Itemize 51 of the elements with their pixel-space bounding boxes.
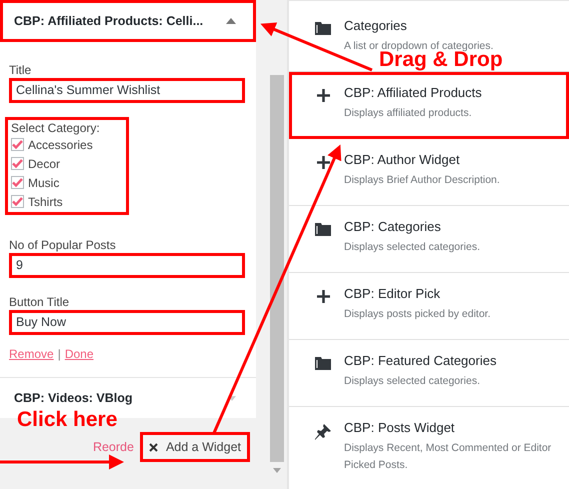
- scroll-down-icon[interactable]: [273, 468, 281, 473]
- collapse-icon[interactable]: [226, 18, 236, 24]
- field-label: Title: [9, 62, 32, 78]
- widget-description: Displays Brief Author Description.: [344, 173, 500, 188]
- widget-name: CBP: Editor Pick: [344, 286, 442, 301]
- folder-icon: [315, 223, 331, 236]
- widget-name: Categories: [344, 18, 408, 33]
- widget-description: Displays affiliated products.: [344, 106, 473, 121]
- widget-title: CBP: Affiliated Products: Celli...: [14, 14, 204, 28]
- widget-item[interactable]: CBP: Posts Widget Displays Recent, Most Commented or Editor Picked Posts.: [289, 407, 569, 474]
- plus-icon: [316, 290, 330, 303]
- text-field[interactable]: 9: [9, 253, 245, 278]
- widget-item[interactable]: CBP: Categories Displays selected categories.: [289, 206, 569, 273]
- widget-item[interactable]: CBP: Affiliated Products Displays affiliated products.: [289, 72, 569, 139]
- widget-header[interactable]: CBP: Affiliated Products: Celli...: [0, 0, 256, 42]
- widget-title: CBP: Videos: VBlog: [14, 391, 133, 405]
- field-label: No of Popular Posts: [9, 237, 117, 253]
- separator: |: [58, 347, 61, 361]
- plus-icon: [316, 156, 330, 169]
- widget-description: Displays Recent, Most Commented or Editor Picked Posts.: [344, 441, 552, 473]
- widget-name: CBP: Affiliated Products: [344, 85, 482, 100]
- checkbox[interactable]: [11, 138, 24, 151]
- checkbox-label: Tshirts: [28, 194, 63, 208]
- widget-description: Displays posts picked by editor.: [344, 307, 490, 322]
- group-label: Select Category:: [11, 121, 101, 135]
- widget-description: Displays selected categories.: [344, 374, 481, 389]
- widget-item[interactable]: CBP: Featured Categories Displays selected categories.: [289, 340, 569, 407]
- folder-icon: [315, 22, 331, 35]
- text-field[interactable]: Cellina's Summer Wishlist: [9, 78, 245, 103]
- pin-icon: [315, 424, 331, 440]
- widget-item[interactable]: CBP: Author Widget Displays Brief Author Description.: [289, 139, 569, 206]
- close-icon: [148, 442, 158, 452]
- checkbox-label: Decor: [28, 156, 60, 170]
- checkbox-label: Accessories: [28, 138, 93, 152]
- widget-name: CBP: Author Widget: [344, 152, 461, 167]
- widget-name: CBP: Categories: [344, 219, 442, 234]
- checkbox[interactable]: [11, 176, 24, 189]
- add-widget-button[interactable]: Add a Widget: [140, 432, 250, 462]
- checkbox-label: Music: [28, 176, 60, 190]
- text-field[interactable]: Buy Now: [9, 310, 245, 335]
- field-label: Button Title: [9, 294, 70, 310]
- scrollbar-thumb[interactable]: [270, 75, 284, 462]
- plus-icon: [316, 89, 330, 102]
- checkbox[interactable]: [11, 157, 24, 170]
- expand-icon[interactable]: [228, 396, 236, 400]
- folder-icon: [315, 357, 331, 370]
- widget-item[interactable]: CBP: Editor Pick Displays posts picked by editor.: [289, 273, 569, 340]
- widget-description: Displays selected categories.: [344, 240, 480, 255]
- widget-name: CBP: Posts Widget: [344, 420, 456, 435]
- widget-name: CBP: Featured Categories: [344, 353, 496, 368]
- checkbox[interactable]: [11, 195, 24, 208]
